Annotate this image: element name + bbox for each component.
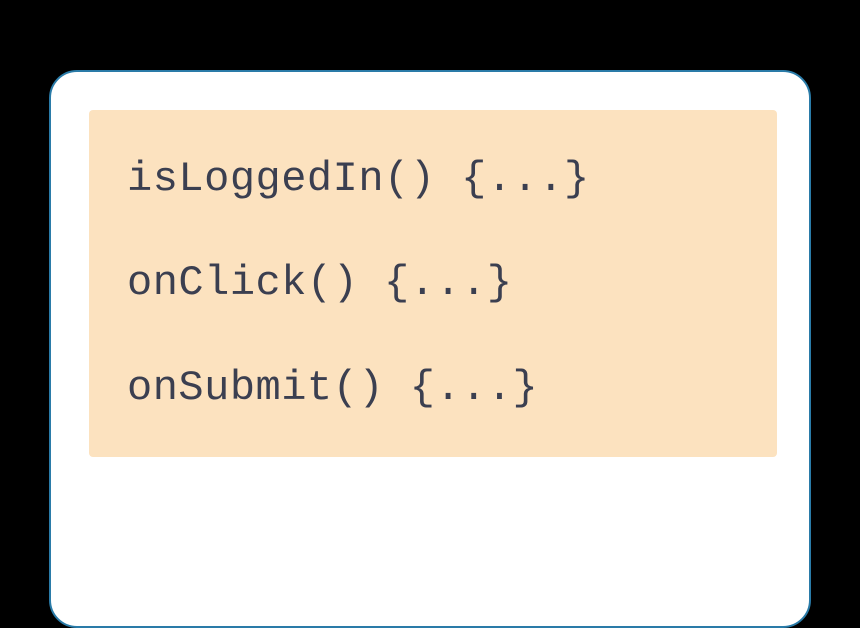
code-line: onClick() {...} bbox=[127, 258, 739, 308]
code-line: onSubmit() {...} bbox=[127, 363, 739, 413]
card-container: isLoggedIn() {...} onClick() {...} onSub… bbox=[49, 70, 811, 628]
code-block: isLoggedIn() {...} onClick() {...} onSub… bbox=[89, 110, 777, 457]
code-line: isLoggedIn() {...} bbox=[127, 154, 739, 204]
